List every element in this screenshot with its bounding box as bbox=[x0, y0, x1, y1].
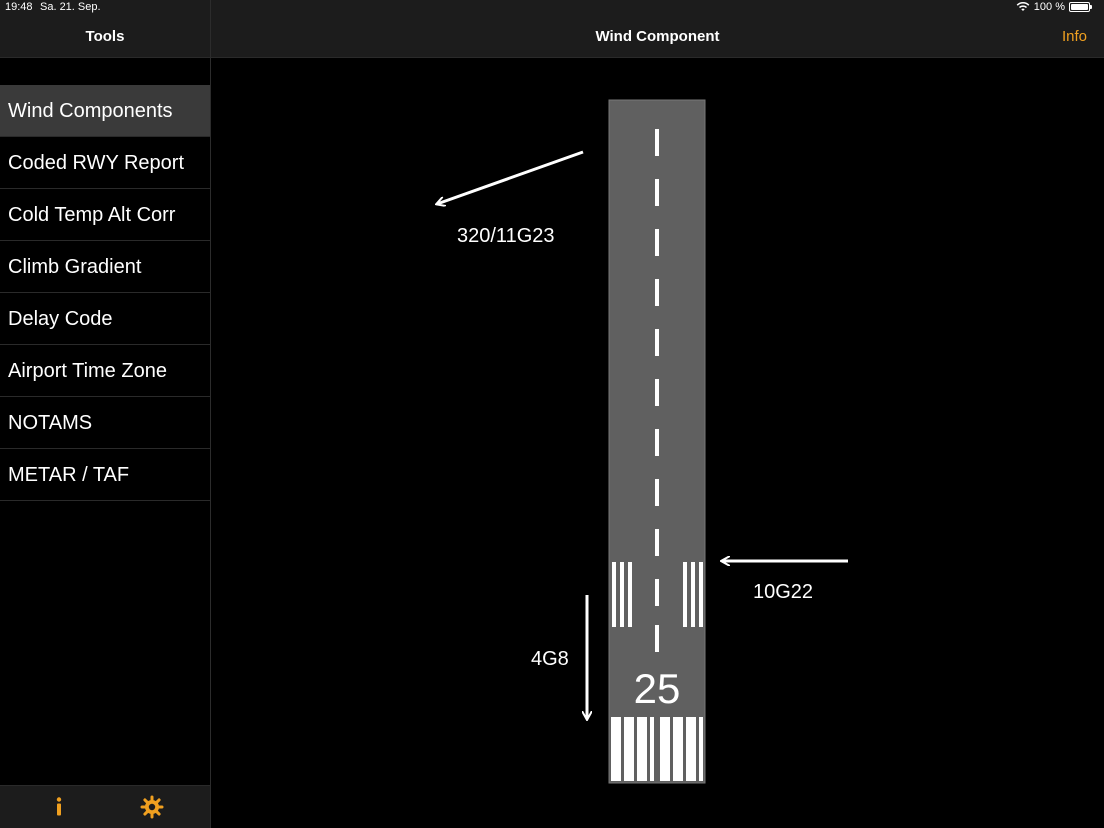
crosswind-label: 10G22 bbox=[753, 581, 813, 603]
battery-icon bbox=[1069, 2, 1092, 12]
status-right: 100 % bbox=[1016, 1, 1092, 13]
menu-item-coded-rwy-report[interactable]: Coded RWY Report bbox=[0, 137, 210, 189]
info-button[interactable]: Info bbox=[1062, 28, 1087, 45]
wind-diagram: 25 320/11G23 10G22 4G8 bbox=[211, 99, 848, 784]
runway-number: 25 bbox=[634, 665, 681, 712]
sidebar-title: Tools bbox=[85, 28, 125, 45]
sidebar-footer bbox=[0, 785, 210, 828]
menu-item-cold-temp-alt-corr[interactable]: Cold Temp Alt Corr bbox=[0, 189, 210, 241]
tools-menu: Wind Components Coded RWY Report Cold Te… bbox=[0, 85, 210, 501]
headwind-label: 4G8 bbox=[531, 648, 569, 670]
wind-label: 320/11G23 bbox=[457, 225, 555, 247]
status-bar: 19:48 Sa. 21. Sep. 100 % bbox=[0, 0, 1104, 16]
battery-text: 100 % bbox=[1033, 1, 1065, 13]
wind-arrow bbox=[437, 150, 584, 204]
status-date: Sa. 21. Sep. bbox=[40, 1, 101, 13]
wifi-icon bbox=[1016, 2, 1030, 11]
menu-item-wind-components[interactable]: Wind Components bbox=[0, 85, 210, 137]
menu-item-airport-time-zone[interactable]: Airport Time Zone bbox=[0, 345, 210, 397]
menu-item-delay-code[interactable]: Delay Code bbox=[0, 293, 210, 345]
page-title: Wind Component bbox=[595, 28, 720, 45]
menu-item-notams[interactable]: NOTAMS bbox=[0, 397, 210, 449]
touchdown-zone-right bbox=[683, 562, 703, 627]
status-time: 19:48 bbox=[5, 1, 33, 13]
menu-item-climb-gradient[interactable]: Climb Gradient bbox=[0, 241, 210, 293]
menu-item-metar-taf[interactable]: METAR / TAF bbox=[0, 449, 210, 501]
sidebar: Tools Wind Components Coded RWY Report C… bbox=[0, 0, 211, 828]
gear-icon[interactable] bbox=[139, 794, 165, 820]
info-icon[interactable] bbox=[46, 794, 72, 820]
touchdown-zone-left bbox=[612, 562, 632, 627]
